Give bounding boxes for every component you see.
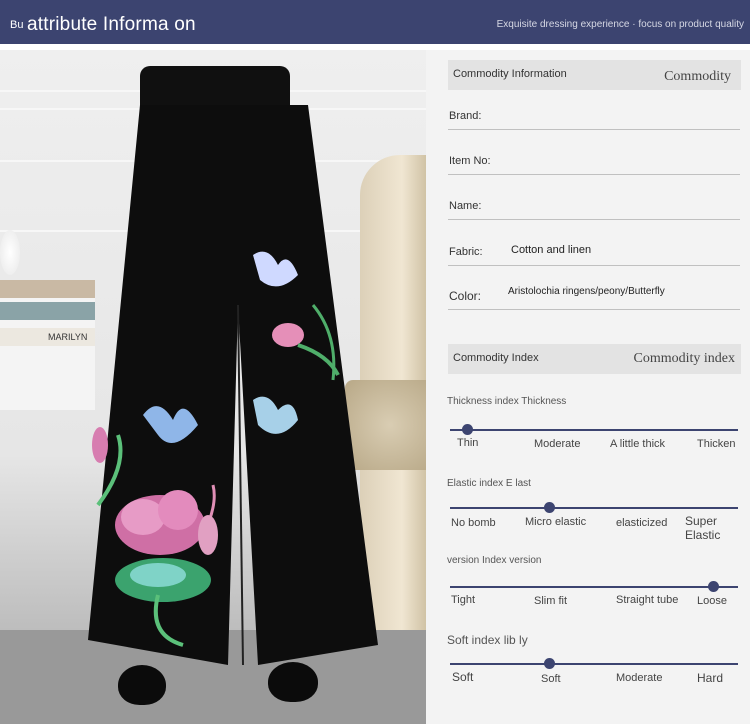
info-row-color: Color: Aristolochia ringens/peony/Butter… <box>448 284 740 310</box>
index-marker <box>708 581 719 592</box>
info-row-name: Name: <box>448 194 740 220</box>
header-bar: Bu attribute Informa on Exquisite dressi… <box>0 0 750 44</box>
info-key: Name: <box>449 200 482 212</box>
product-photo: MARILYN <box>0 50 426 724</box>
index-option: Moderate <box>616 672 663 684</box>
index-marker <box>544 502 555 513</box>
info-value: Cotton and linen <box>511 244 592 256</box>
index-marker <box>544 658 555 669</box>
background-book: MARILYN <box>0 328 95 346</box>
index-option: Loose <box>697 595 727 607</box>
index-option: Slim fit <box>534 595 567 607</box>
section-label-serif: Commodity index <box>633 351 736 366</box>
flower-decor <box>0 230 20 275</box>
info-row-brand: Brand: <box>448 104 740 130</box>
index-option: elasticized <box>616 517 668 529</box>
section-label-serif: Commodity <box>664 69 731 84</box>
index-track <box>450 507 738 509</box>
index-option: No bomb <box>451 517 496 529</box>
info-key: Item No: <box>449 155 491 167</box>
background-book <box>0 302 95 320</box>
page-title: attribute Informa on <box>27 14 196 35</box>
background-book <box>0 280 95 298</box>
info-key: Color: <box>449 289 482 303</box>
index-option: Thin <box>457 437 479 449</box>
right-shoe <box>268 662 318 702</box>
index-option: Moderate <box>534 438 581 450</box>
index-title: Elastic index E last <box>447 478 531 489</box>
info-row-fabric: Fabric: Cotton and linen <box>448 240 740 266</box>
commodity-information-header: Commodity Information Commodity <box>448 60 741 90</box>
index-option: Straight tube <box>616 594 679 606</box>
info-key: Brand: <box>449 110 482 122</box>
index-option: A little thick <box>610 438 666 450</box>
section-label: Commodity Information <box>453 68 567 80</box>
index-option: Hard <box>697 671 724 685</box>
index-track <box>450 663 738 665</box>
index-title: Soft index lib ly <box>447 633 528 647</box>
header-tagline: Exquisite dressing experience · focus on… <box>496 19 744 30</box>
embroidered-pants <box>88 105 378 666</box>
left-shoe <box>118 665 166 705</box>
commodity-index-header: Commodity Index Commodity index <box>448 344 741 374</box>
info-row-item-no: Item No: <box>448 149 740 175</box>
index-option: Soft <box>452 670 474 684</box>
index-title: version Index version <box>447 555 542 566</box>
index-option: Soft <box>541 673 561 685</box>
index-option: Tight <box>451 594 476 606</box>
index-track <box>450 586 738 588</box>
index-title: Thickness index Thickness <box>447 396 567 407</box>
index-option: Thicken <box>697 438 736 450</box>
index-marker <box>462 424 473 435</box>
info-key: Fabric: <box>449 246 483 258</box>
index-option: Micro elastic <box>525 516 587 528</box>
section-label: Commodity Index <box>453 352 539 364</box>
header-small-text: Bu <box>10 19 24 31</box>
index-option: Super Elastic <box>685 514 721 542</box>
info-value: Aristolochia ringens/peony/Butterfly <box>508 286 665 297</box>
index-track <box>450 429 738 431</box>
